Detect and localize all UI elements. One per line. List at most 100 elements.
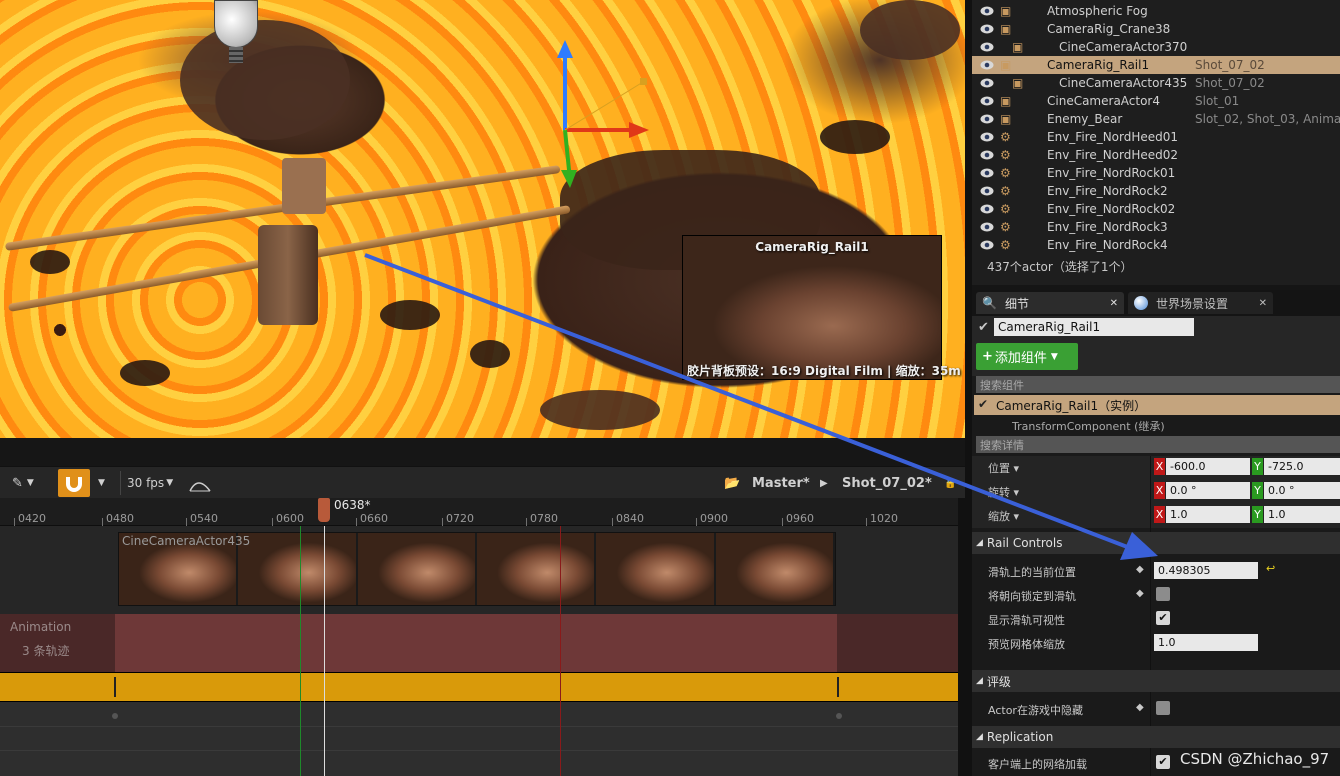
rotation-y-field[interactable]: 0.0 ° xyxy=(1264,482,1340,499)
key-icon[interactable]: ◆ xyxy=(1136,702,1144,713)
keyframe[interactable] xyxy=(836,713,842,719)
shot-track[interactable]: CineCameraActor435 xyxy=(0,526,958,614)
outliner-row[interactable]: ⚙ Env_Fire_NordRock01 xyxy=(972,164,1340,182)
ruler-tick-label: 0420 xyxy=(18,512,46,525)
eye-icon[interactable] xyxy=(980,78,994,88)
outliner-row[interactable]: ▣ Enemy_Bear Slot_02, Shot_03, Animation xyxy=(972,110,1340,128)
sequencer-toolbar: ✎ ▼ ▼ 30 fps ▼ 📂 Master* ▶ Shot_07_02* 🔒 xyxy=(0,466,965,498)
track-area[interactable]: CineCameraActor435 Animation 3 条轨迹 xyxy=(0,526,958,776)
transform-gizmo[interactable] xyxy=(545,40,655,190)
keyframe[interactable] xyxy=(112,713,118,719)
outliner-row[interactable]: ⚙ Env_Fire_NordHeed02 xyxy=(972,146,1340,164)
instance-row[interactable]: CameraRig_Rail1（实例） xyxy=(974,395,1340,415)
rail-position-field[interactable]: 0.498305 xyxy=(1154,562,1258,579)
add-component-button[interactable]: + 添加组件 ▼ xyxy=(976,343,1078,370)
animation-track[interactable]: Animation 3 条轨迹 xyxy=(0,614,958,672)
scale-x-field[interactable]: 1.0 xyxy=(1166,506,1250,523)
world-outliner: ▣ Atmospheric Fog ▣ CameraRig_Crane38 ▣ CineC… xyxy=(972,0,1340,285)
close-icon[interactable]: ✕ xyxy=(1110,298,1118,309)
level-viewport[interactable]: CameraRig_Rail1 胶片背板预设：16:9 Digital Film… xyxy=(0,0,965,438)
tab-world-settings[interactable]: 世界场景设置 ✕ xyxy=(1128,292,1273,314)
search-details-input[interactable]: 搜索详情 xyxy=(976,436,1340,453)
scale-label[interactable]: 缩放 ▾ xyxy=(988,508,1019,524)
outliner-row[interactable]: ▣ CameraRig_Crane38 xyxy=(972,20,1340,38)
playhead[interactable] xyxy=(318,498,330,522)
rendering-section[interactable]: ◢ 评级 xyxy=(972,670,1340,692)
lock-icon[interactable]: 🔒 xyxy=(944,471,956,495)
outliner-row[interactable]: ▣ CineCameraActor435 Shot_07_02 xyxy=(972,74,1340,92)
eye-icon[interactable] xyxy=(980,96,994,106)
rail-position-track[interactable] xyxy=(0,672,958,702)
eye-icon[interactable] xyxy=(980,114,994,124)
transform-component-row[interactable]: TransformComponent (继承) xyxy=(974,418,1340,432)
outliner-row[interactable]: ⚙ Env_Fire_NordRock3 xyxy=(972,218,1340,236)
snap-dropdown[interactable]: ▼ xyxy=(98,471,105,495)
key-icon[interactable]: ◆ xyxy=(1136,588,1144,599)
camera-rig-body[interactable] xyxy=(258,225,318,325)
ruler-tick xyxy=(442,518,443,526)
eye-icon[interactable] xyxy=(980,240,994,250)
timeline-ruler[interactable]: 0420 0480 0540 0600 0660 0720 0780 0840 0900 0960… xyxy=(0,498,965,526)
outliner-row[interactable]: ▣ CameraRig_Rail1 Shot_07_02 xyxy=(972,56,1340,74)
hidden-in-game-checkbox[interactable] xyxy=(1156,701,1170,715)
eye-icon[interactable] xyxy=(980,6,994,16)
actor-type-icon: ▣ xyxy=(1000,112,1012,126)
magnet-icon xyxy=(66,477,82,492)
breadcrumb-arrow-icon: ▶ xyxy=(820,477,828,489)
eye-icon[interactable] xyxy=(980,222,994,232)
actor-count: 437个actor（选择了1个） xyxy=(987,260,1133,274)
ruler-tick-label: 0600 xyxy=(276,512,304,525)
eye-icon[interactable] xyxy=(980,60,994,70)
show-rail-checkbox[interactable]: ✔ xyxy=(1156,611,1170,625)
eye-icon[interactable] xyxy=(980,24,994,34)
fps-dropdown[interactable]: 30 fps ▼ xyxy=(120,471,176,495)
outliner-row[interactable]: ⚙ Env_Fire_NordHeed01 xyxy=(972,128,1340,146)
snap-toggle-button[interactable] xyxy=(58,469,90,497)
lock-orientation-checkbox[interactable] xyxy=(1156,587,1170,601)
rotation-x-field[interactable]: 0.0 ° xyxy=(1166,482,1250,499)
outliner-row[interactable]: ▣ CineCameraActor4 Slot_01 xyxy=(972,92,1340,110)
search-components-input[interactable]: 搜索组件 xyxy=(976,376,1340,393)
breadcrumb-master[interactable]: Master* xyxy=(752,471,810,495)
edit-tool-button[interactable]: ✎ ▼ xyxy=(12,471,34,495)
actor-type-icon: ⚙ xyxy=(1000,220,1011,234)
preview-scale-field[interactable]: 1.0 xyxy=(1154,634,1258,651)
light-bulb-icon[interactable] xyxy=(214,0,258,63)
eye-icon[interactable] xyxy=(980,168,994,178)
tab-details[interactable]: 🔍 细节 ✕ xyxy=(976,292,1124,314)
outliner-row[interactable]: ▣ CineCameraActor370 xyxy=(972,38,1340,56)
outliner-row[interactable]: ⚙ Env_Fire_NordRock02 xyxy=(972,200,1340,218)
eye-icon[interactable] xyxy=(980,204,994,214)
ruler-tick xyxy=(14,518,15,526)
outliner-row[interactable]: ⚙ Env_Fire_NordRock4 xyxy=(972,236,1340,254)
eye-icon[interactable] xyxy=(980,186,994,196)
close-icon[interactable]: ✕ xyxy=(1259,298,1267,309)
outliner-row[interactable]: ▣ Atmospheric Fog xyxy=(972,2,1340,20)
key-icon[interactable]: ◆ xyxy=(1136,564,1144,575)
location-x-field[interactable]: -600.0 xyxy=(1166,458,1250,475)
location-y-field[interactable]: -725.0 xyxy=(1264,458,1340,475)
net-load-checkbox[interactable]: ✔ xyxy=(1156,755,1170,769)
reset-arrow-icon[interactable]: ↩ xyxy=(1266,562,1275,575)
ruler-tick-label: 0780 xyxy=(530,512,558,525)
outliner-row-name: Atmospheric Fog xyxy=(1047,4,1148,18)
eye-icon[interactable] xyxy=(980,132,994,142)
eye-icon[interactable] xyxy=(980,42,994,52)
breadcrumb-shot[interactable]: Shot_07_02* xyxy=(842,471,932,495)
actor-type-icon: ⚙ xyxy=(1000,238,1011,252)
keyframe-track[interactable] xyxy=(0,702,958,776)
location-label[interactable]: 位置 ▾ xyxy=(988,460,1019,476)
eye-icon[interactable] xyxy=(980,150,994,160)
actor-type-icon: ⚙ xyxy=(1000,202,1011,216)
ruler-tick-label: 0840 xyxy=(616,512,644,525)
actor-name-field[interactable]: CameraRig_Rail1 xyxy=(994,318,1194,336)
outliner-row[interactable]: ⚙ Env_Fire_NordRock2 xyxy=(972,182,1340,200)
curve-editor-button[interactable] xyxy=(188,471,212,495)
folder-icon[interactable]: 📂 xyxy=(724,471,740,495)
replication-section[interactable]: ◢ Replication xyxy=(972,726,1340,748)
rotation-label[interactable]: 旋转 ▾ xyxy=(988,484,1019,500)
plus-icon: + xyxy=(982,349,993,364)
rail-controls-section[interactable]: ◢ Rail Controls xyxy=(972,532,1340,554)
scale-y-field[interactable]: 1.0 xyxy=(1264,506,1340,523)
hidden-in-game-label: Actor在游戏中隐藏 xyxy=(988,704,1083,717)
